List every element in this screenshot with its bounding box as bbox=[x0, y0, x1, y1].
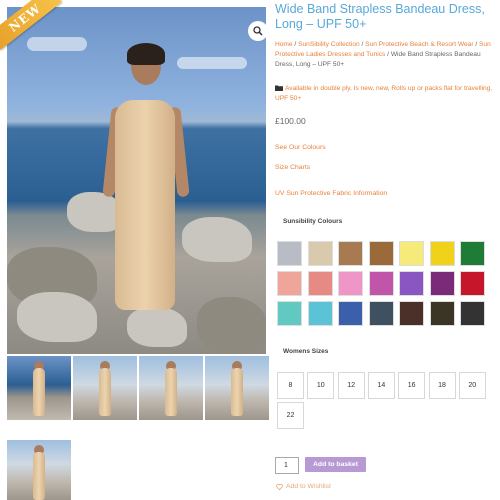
thumbnail-figure bbox=[99, 368, 111, 416]
sizes-label: Womens Sizes bbox=[283, 348, 329, 355]
size-option[interactable]: 18 bbox=[428, 372, 456, 399]
size-option[interactable]: 22 bbox=[277, 402, 304, 429]
colour-swatch[interactable] bbox=[368, 241, 394, 266]
model-dress bbox=[115, 100, 175, 310]
thumbnail-5[interactable] bbox=[7, 440, 71, 500]
model-hair bbox=[127, 43, 165, 65]
magnifier-icon bbox=[253, 26, 263, 36]
thumbnail-figure bbox=[33, 368, 45, 416]
colour-swatch[interactable] bbox=[307, 301, 333, 326]
thumbnail-figure bbox=[231, 368, 243, 416]
cloud-decoration bbox=[27, 37, 87, 51]
size-option[interactable]: 14 bbox=[367, 372, 395, 399]
rock-decoration bbox=[182, 217, 252, 262]
thumbnail-3[interactable] bbox=[139, 356, 203, 420]
colour-swatch[interactable] bbox=[368, 301, 394, 326]
breadcrumb-beach-wear[interactable]: Sun Protective Beach & Resort Wear bbox=[365, 41, 473, 48]
breadcrumb-home[interactable]: Home bbox=[275, 41, 293, 48]
thumbnail-figure bbox=[33, 452, 45, 500]
thumbnail-4[interactable] bbox=[205, 356, 269, 420]
fabric-info-link[interactable]: UV Sun Protective Fabric Information bbox=[275, 190, 387, 197]
size-option[interactable]: 8 bbox=[277, 372, 304, 399]
cloud-decoration bbox=[177, 57, 247, 69]
size-option[interactable]: 10 bbox=[307, 372, 335, 399]
size-option[interactable]: 20 bbox=[458, 372, 486, 399]
rock-decoration bbox=[17, 292, 97, 342]
zoom-button[interactable] bbox=[248, 21, 266, 41]
rock-decoration bbox=[67, 192, 122, 232]
add-to-wishlist-link[interactable]: Add to Wishlist bbox=[276, 483, 331, 490]
product-tags: Available in double ply, Is new, new, Ro… bbox=[275, 84, 497, 104]
breadcrumb: Home / SunSibility Collection / Sun Prot… bbox=[275, 40, 497, 70]
colour-swatch[interactable] bbox=[399, 271, 424, 296]
rock-decoration bbox=[197, 297, 266, 354]
colour-swatch[interactable] bbox=[429, 241, 455, 266]
colour-swatch[interactable] bbox=[338, 301, 363, 326]
thumbnail-2[interactable] bbox=[73, 356, 137, 420]
colour-swatch[interactable] bbox=[277, 271, 302, 296]
product-main-image[interactable] bbox=[7, 7, 266, 354]
see-colours-link[interactable]: See Our Colours bbox=[275, 144, 326, 151]
colour-swatch[interactable] bbox=[429, 301, 455, 326]
breadcrumb-collection[interactable]: SunSibility Collection bbox=[298, 41, 360, 48]
thumbnail-figure bbox=[165, 368, 177, 416]
colour-swatch[interactable] bbox=[277, 301, 302, 326]
colour-swatch[interactable] bbox=[429, 271, 455, 296]
colour-swatch[interactable] bbox=[460, 301, 485, 326]
product-tags-text[interactable]: Available in double ply, Is new, new, Ro… bbox=[275, 85, 492, 102]
size-option[interactable]: 16 bbox=[398, 372, 426, 399]
colour-swatch[interactable] bbox=[338, 271, 363, 296]
colour-swatch[interactable] bbox=[277, 241, 302, 266]
colour-swatch[interactable] bbox=[399, 301, 424, 326]
colour-swatch[interactable] bbox=[399, 241, 424, 266]
thumbnail-1[interactable] bbox=[7, 356, 71, 420]
colour-swatch[interactable] bbox=[338, 241, 363, 266]
add-to-basket-button[interactable]: Add to basket bbox=[305, 457, 366, 472]
colour-swatch[interactable] bbox=[460, 241, 485, 266]
product-price: £100.00 bbox=[275, 116, 306, 126]
rock-decoration bbox=[127, 307, 187, 347]
folder-icon bbox=[275, 85, 283, 91]
size-option[interactable]: 12 bbox=[337, 372, 365, 399]
product-title: Wide Band Strapless Bandeau Dress, Long … bbox=[275, 2, 485, 31]
colour-swatch[interactable] bbox=[307, 241, 333, 266]
colour-swatch[interactable] bbox=[460, 271, 485, 296]
colours-label: Sunsibility Colours bbox=[283, 218, 343, 225]
wishlist-label: Add to Wishlist bbox=[286, 483, 331, 490]
colour-swatch[interactable] bbox=[368, 271, 394, 296]
quantity-input[interactable]: 1 bbox=[275, 457, 299, 474]
heart-icon bbox=[276, 483, 283, 490]
size-charts-link[interactable]: Size Charts bbox=[275, 164, 310, 171]
colour-swatch[interactable] bbox=[307, 271, 333, 296]
